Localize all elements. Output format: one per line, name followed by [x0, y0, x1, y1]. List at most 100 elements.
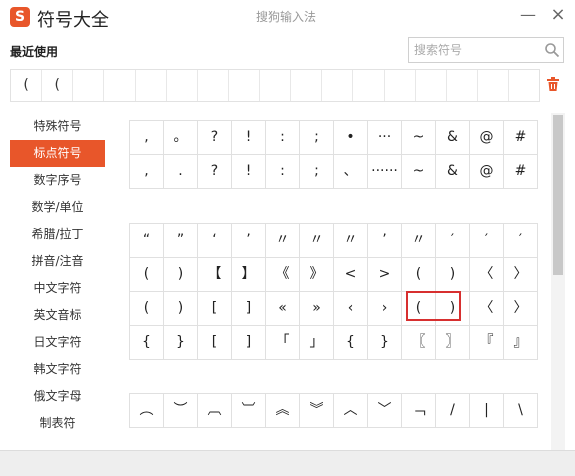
symbol-cell[interactable]: >	[368, 258, 402, 292]
symbol-cell[interactable]: ︺	[232, 394, 266, 428]
symbol-cell[interactable]: :	[266, 121, 300, 155]
symbol-cell[interactable]: &	[436, 121, 470, 155]
symbol-cell[interactable]: 」	[300, 326, 334, 360]
symbol-cell[interactable]: ’	[368, 224, 402, 258]
category-item[interactable]: 拼音/注音	[10, 248, 105, 275]
category-item[interactable]: 俄文字母	[10, 383, 105, 410]
symbol-cell[interactable]: »	[300, 292, 334, 326]
symbol-cell[interactable]: 】	[232, 258, 266, 292]
symbol-cell[interactable]: ~	[402, 121, 436, 155]
symbol-cell[interactable]: 、	[334, 155, 368, 189]
symbol-cell[interactable]: ;	[300, 121, 334, 155]
symbol-cell[interactable]: (	[130, 258, 164, 292]
minimize-button[interactable]: —	[517, 4, 539, 26]
symbol-cell[interactable]: <	[334, 258, 368, 292]
symbol-cell[interactable]: :	[266, 155, 300, 189]
close-button[interactable]: ×	[547, 4, 569, 26]
symbol-cell[interactable]: #	[504, 155, 538, 189]
symbol-cell[interactable]: ﹀	[368, 394, 402, 428]
search-box[interactable]	[408, 37, 564, 63]
symbol-cell[interactable]: {	[334, 326, 368, 360]
recent-symbol-cell[interactable]	[229, 70, 260, 101]
category-item[interactable]: 希腊/拉丁	[10, 221, 105, 248]
symbol-cell[interactable]: ′	[436, 224, 470, 258]
symbol-cell[interactable]: 〉	[504, 258, 538, 292]
symbol-cell[interactable]: 【	[198, 258, 232, 292]
category-item[interactable]: 中文字符	[10, 275, 105, 302]
symbol-cell[interactable]: ,	[130, 121, 164, 155]
symbol-cell[interactable]: [	[198, 326, 232, 360]
scrollbar[interactable]	[551, 113, 565, 450]
category-item[interactable]: 数字序号	[10, 167, 105, 194]
recent-symbol-cell[interactable]	[167, 70, 198, 101]
symbol-cell[interactable]: 〃	[300, 224, 334, 258]
symbol-cell[interactable]: ︽	[266, 394, 300, 428]
recent-symbol-cell[interactable]: (	[42, 70, 74, 101]
symbol-cell[interactable]: 《	[266, 258, 300, 292]
recent-symbol-cell[interactable]	[104, 70, 136, 101]
category-item[interactable]: 制表符	[10, 410, 105, 437]
symbol-cell[interactable]: !	[232, 155, 266, 189]
symbol-cell[interactable]: ~	[402, 155, 436, 189]
symbol-cell[interactable]: ︾	[300, 394, 334, 428]
symbol-cell[interactable]: )	[436, 258, 470, 292]
symbol-cell[interactable]: 〈	[470, 258, 504, 292]
symbol-cell[interactable]: )	[164, 258, 198, 292]
symbol-cell[interactable]: ′	[504, 224, 538, 258]
symbol-cell[interactable]: ”	[164, 224, 198, 258]
category-item[interactable]: 日文字符	[10, 329, 105, 356]
symbol-cell[interactable]: 〉	[504, 292, 538, 326]
category-item[interactable]: 英文音标	[10, 302, 105, 329]
search-input[interactable]	[414, 41, 536, 59]
symbol-cell[interactable]: 〈	[470, 292, 504, 326]
symbol-cell[interactable]: ,	[130, 155, 164, 189]
symbol-cell[interactable]: {	[130, 326, 164, 360]
symbol-cell[interactable]: ;	[300, 155, 334, 189]
symbol-cell[interactable]: ’	[232, 224, 266, 258]
symbol-cell[interactable]: [	[198, 292, 232, 326]
symbol-cell[interactable]: •	[334, 121, 368, 155]
recent-symbol-cell[interactable]	[509, 70, 539, 101]
recent-symbol-cell[interactable]	[260, 70, 292, 101]
symbol-cell[interactable]: &	[436, 155, 470, 189]
trash-icon[interactable]	[545, 76, 561, 92]
recent-symbol-cell[interactable]	[447, 70, 478, 101]
symbol-cell[interactable]: 「	[266, 326, 300, 360]
symbol-cell[interactable]: .	[164, 155, 198, 189]
recent-symbol-cell[interactable]	[73, 70, 105, 101]
symbol-cell[interactable]: 。	[164, 121, 198, 155]
symbol-cell[interactable]: |	[470, 394, 504, 428]
symbol-cell[interactable]: 〖	[402, 326, 436, 360]
symbol-cell[interactable]: @	[470, 121, 504, 155]
symbol-cell[interactable]: ‘	[198, 224, 232, 258]
symbol-cell[interactable]: ?	[198, 155, 232, 189]
search-icon[interactable]	[544, 42, 560, 58]
symbol-cell[interactable]: ······	[368, 155, 402, 189]
recent-symbol-cell[interactable]	[291, 70, 323, 101]
symbol-cell[interactable]: ︿	[334, 394, 368, 428]
symbol-cell[interactable]: ′	[470, 224, 504, 258]
symbol-cell[interactable]: “	[130, 224, 164, 258]
symbol-cell[interactable]: )	[164, 292, 198, 326]
symbol-cell[interactable]: ‹	[334, 292, 368, 326]
symbol-cell[interactable]: }	[164, 326, 198, 360]
category-item[interactable]: 韩文字符	[10, 356, 105, 383]
symbol-cell[interactable]: «	[266, 292, 300, 326]
scrollbar-thumb[interactable]	[553, 115, 563, 275]
symbol-cell[interactable]: ]	[232, 326, 266, 360]
symbol-cell[interactable]: ]	[232, 292, 266, 326]
symbol-cell[interactable]: ›	[368, 292, 402, 326]
symbol-cell[interactable]: 〃	[266, 224, 300, 258]
recent-symbol-cell[interactable]	[478, 70, 509, 101]
symbol-cell[interactable]: 』	[504, 326, 538, 360]
symbol-cell[interactable]: ···	[368, 121, 402, 155]
category-item[interactable]: 标点符号	[10, 140, 105, 167]
recent-symbol-cell[interactable]	[198, 70, 229, 101]
symbol-cell[interactable]: 》	[300, 258, 334, 292]
symbol-cell[interactable]: 『	[470, 326, 504, 360]
symbol-cell[interactable]: @	[470, 155, 504, 189]
recent-symbol-cell[interactable]	[322, 70, 354, 101]
recent-symbol-cell[interactable]	[416, 70, 447, 101]
recent-symbol-cell[interactable]	[385, 70, 416, 101]
symbol-cell[interactable]: 〗	[436, 326, 470, 360]
